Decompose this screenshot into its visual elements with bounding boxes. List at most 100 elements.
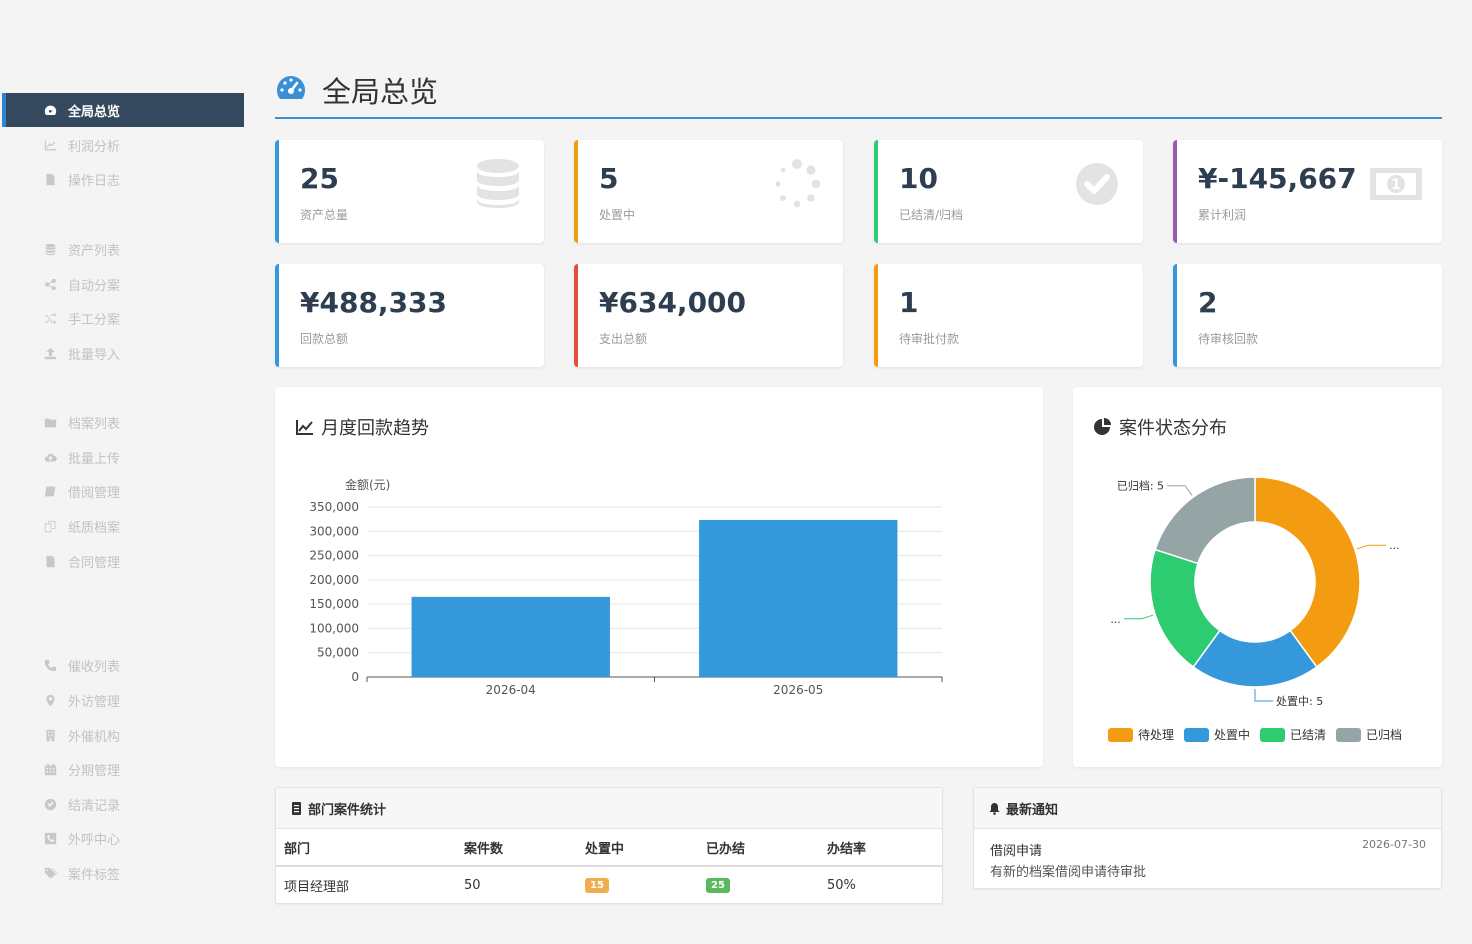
sidebar-item-5[interactable]: 手工分案	[2, 301, 244, 335]
sidebar-item-4[interactable]: 自动分案	[2, 267, 244, 301]
sidebar-item-3[interactable]: 资产列表	[2, 232, 244, 266]
x-tick-label: 2026-04	[486, 683, 536, 697]
legend-label: 待处理	[1138, 728, 1174, 742]
cell-dept: 项目经理部	[284, 879, 350, 895]
sidebar-item-7[interactable]: 档案列表	[2, 405, 244, 439]
sidebar-item-18[interactable]: 案件标签	[2, 856, 244, 890]
table-row: 项目经理部 50 15 25 50%	[276, 866, 942, 903]
stat-value: 5	[599, 162, 619, 195]
stat-card: 1 待审批付款	[874, 264, 1143, 367]
sidebar-item-label: 全局总览	[68, 104, 121, 120]
legend-swatch	[1184, 728, 1209, 742]
processing-badge: 15	[585, 878, 609, 893]
sidebar-item-8[interactable]: 批量上传	[2, 440, 244, 474]
notices-header: 最新通知	[974, 788, 1441, 829]
sidebar-item-9[interactable]: 借阅管理	[2, 474, 244, 508]
sidebar-item-11[interactable]: 合同管理	[2, 544, 244, 578]
stat-value: 2	[1198, 286, 1218, 319]
sidebar-item-10[interactable]: 纸质档案	[2, 509, 244, 543]
notices-card: 最新通知 借阅申请 有新的档案借阅申请待审批 2026-07-30	[973, 787, 1442, 889]
pie-callout-line	[1254, 689, 1273, 702]
y-tick-label: 100,000	[309, 621, 359, 635]
legend-item[interactable]: 待处理	[1108, 728, 1174, 742]
pie-callout-line	[1167, 485, 1193, 496]
upload-icon	[42, 345, 58, 361]
sidebar-item-13[interactable]: 外访管理	[2, 683, 244, 717]
bell-icon	[989, 802, 1000, 815]
sidebar-item-6[interactable]: 批量导入	[2, 336, 244, 370]
stat-label: 累计利润	[1198, 208, 1247, 222]
sidebar-item-0[interactable]: 全局总览	[2, 93, 244, 127]
legend-swatch	[1108, 728, 1133, 742]
money-icon: 1	[1370, 168, 1422, 200]
sidebar-item-label: 外访管理	[68, 694, 121, 710]
sidebar-item-label: 批量上传	[68, 451, 121, 467]
folder-icon	[42, 414, 58, 430]
stat-card: 25 资产总量	[275, 140, 544, 243]
pie-slice[interactable]	[1154, 476, 1256, 565]
pie-chart: ... 处置中: 5... 已归档: 5 待处理 处置中 已结清 已归档	[1108, 476, 1402, 742]
trend-panel: 月度回款趋势 金额(元) 0 50,000 100,000 150,000 200,000…	[275, 387, 1043, 767]
cell-count: 50	[464, 877, 481, 893]
cell-rate: 50%	[827, 877, 856, 893]
stat-value: 25	[300, 162, 339, 195]
sidebar-item-16[interactable]: 结清记录	[2, 787, 244, 821]
y-tick-label: 200,000	[309, 573, 359, 587]
bar[interactable]	[699, 519, 898, 677]
sidebar-item-15[interactable]: 分期管理	[2, 752, 244, 786]
stat-card: ¥-145,667 累计利润 1	[1173, 140, 1442, 243]
notice-title: 借阅申请	[990, 844, 1043, 859]
calendar-icon	[42, 761, 58, 777]
stat-value: 10	[899, 162, 938, 195]
copy-icon	[42, 518, 58, 534]
sidebar-item-label: 外呼中心	[68, 832, 121, 848]
stat-label: 支出总额	[599, 332, 648, 346]
legend-item[interactable]: 已归档	[1336, 728, 1402, 742]
dept-stats-card: 部门案件统计 部门 案件数 处置中 已办结 办结率 项目经理部 50 15 25…	[275, 787, 943, 904]
sidebar-item-label: 分期管理	[68, 763, 121, 779]
y-axis-label: 金额(元)	[345, 477, 390, 492]
map-marker-icon	[42, 692, 58, 708]
database-icon	[42, 241, 58, 257]
bar-chart: 金额(元) 0 50,000 100,000 150,000 200,000 250,000…	[309, 477, 943, 697]
col-done: 已办结	[698, 829, 819, 867]
notice-desc: 有新的档案借阅申请待审批	[990, 865, 1147, 880]
sidebar-item-1[interactable]: 利润分析	[2, 128, 244, 162]
sidebar-item-12[interactable]: 催收列表	[2, 648, 244, 682]
pie-slice[interactable]	[1254, 476, 1361, 668]
stat-card: 2 待审核回款	[1173, 264, 1442, 367]
pie-callout-label: ...	[1389, 539, 1400, 552]
notice-item[interactable]: 借阅申请 有新的档案借阅申请待审批 2026-07-30	[974, 829, 1441, 889]
phone-square-icon	[42, 830, 58, 846]
sidebar-item-2[interactable]: 操作日志	[2, 162, 244, 196]
sidebar-item-label: 利润分析	[68, 139, 121, 155]
dept-stats-header: 部门案件统计	[276, 788, 942, 829]
sidebar-item-label: 资产列表	[68, 243, 121, 259]
sidebar-item-label: 合同管理	[68, 555, 121, 571]
stat-value: ¥488,333	[300, 286, 448, 319]
dept-table: 部门 案件数 处置中 已办结 办结率 项目经理部 50 15 25 50%	[276, 829, 942, 903]
pie-callout-line	[1123, 614, 1154, 620]
bar[interactable]	[411, 596, 610, 677]
sidebar-item-label: 催收列表	[68, 659, 121, 675]
legend-label: 已结清	[1290, 728, 1326, 742]
col-rate: 办结率	[819, 829, 942, 867]
stat-label: 处置中	[599, 208, 636, 222]
legend-item[interactable]: 处置中	[1184, 727, 1250, 742]
stat-label: 已结清/归档	[899, 208, 964, 222]
list-icon	[292, 801, 301, 815]
spinner-icon	[775, 159, 821, 208]
sidebar-item-17[interactable]: 外呼中心	[2, 821, 244, 855]
sidebar-item-label: 结清记录	[68, 798, 121, 814]
legend-swatch	[1260, 728, 1285, 742]
legend-item[interactable]: 已结清	[1260, 728, 1326, 742]
col-dept: 部门	[276, 829, 456, 867]
file-icon	[42, 171, 58, 187]
legend-label: 已归档	[1366, 728, 1402, 742]
building-icon	[42, 727, 58, 743]
stat-label: 待审批付款	[899, 332, 960, 346]
y-tick-label: 50,000	[317, 646, 359, 660]
sidebar-item-14[interactable]: 外催机构	[2, 718, 244, 752]
stat-value: ¥-145,667	[1198, 162, 1357, 195]
col-processing: 处置中	[577, 829, 698, 867]
